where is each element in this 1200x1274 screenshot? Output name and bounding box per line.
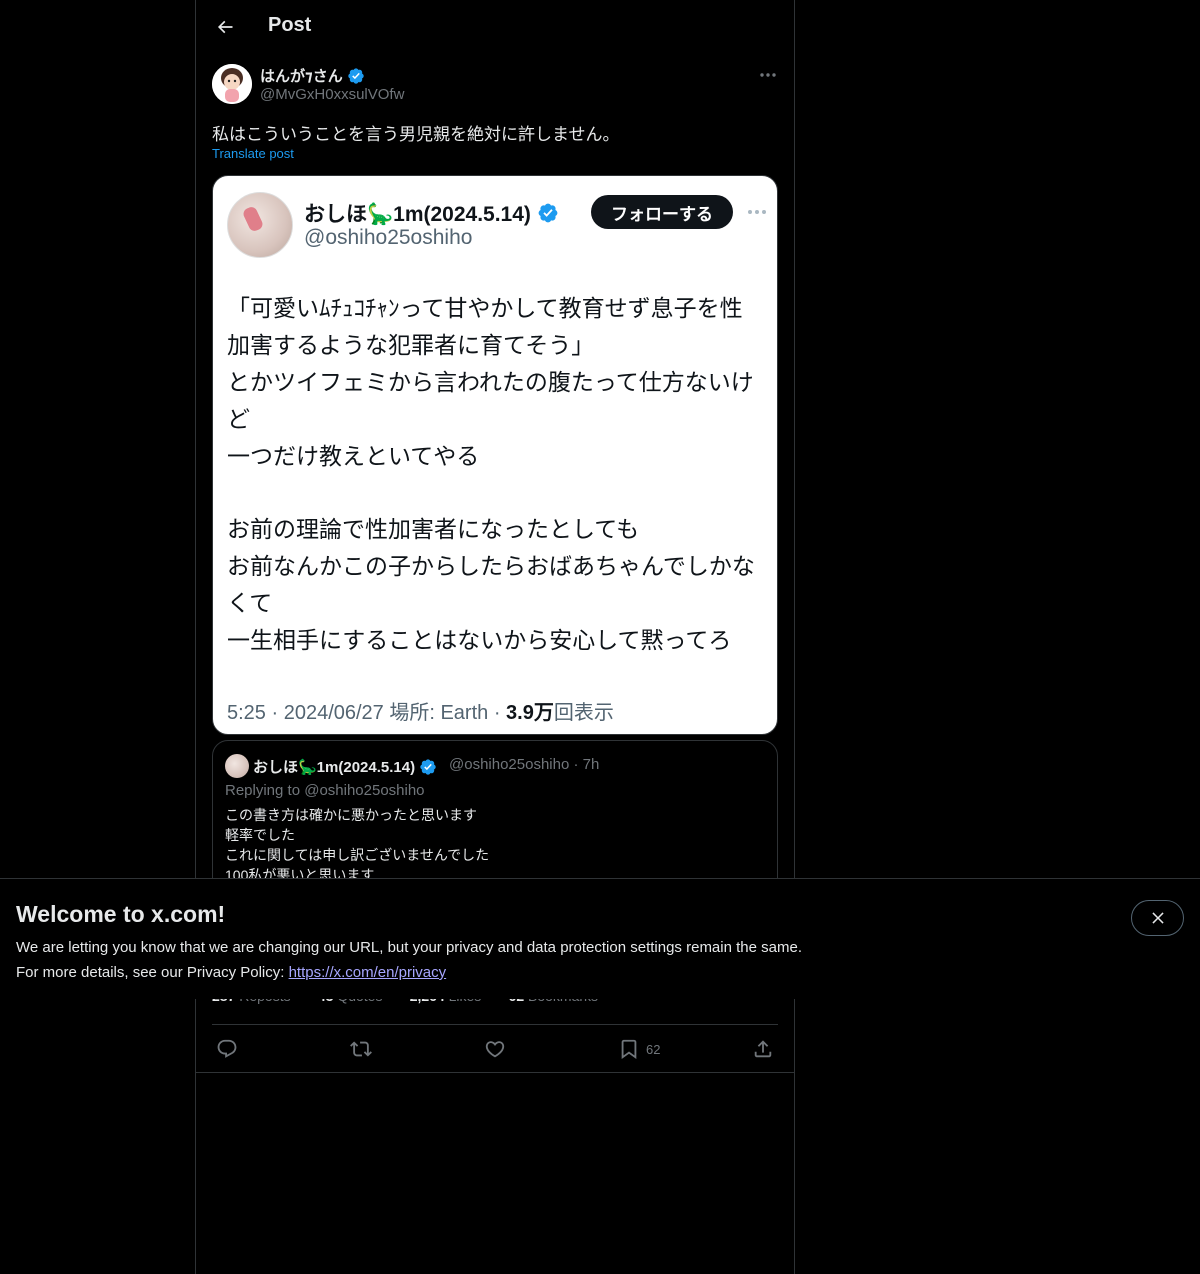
more-button[interactable]: [756, 64, 780, 86]
media-meta: 5:25 · 2024/06/27 場所: Earth · 3.9万回表示: [227, 696, 614, 725]
quote-line: 軽率でした: [225, 827, 295, 843]
media-more-icon: [745, 202, 769, 222]
url-change-banner: Welcome to x.com! We are letting you kno…: [0, 878, 1200, 999]
quote-replying-to: Replying to @oshiho25oshiho: [225, 782, 425, 799]
bookmark-icon: [621, 1039, 637, 1060]
post-text: 私はこういうことを言う男児親を絶対に許しません。: [212, 125, 620, 144]
header: Post: [196, 0, 794, 53]
banner-line2: For more details, see our Privacy Policy…: [16, 960, 802, 985]
reply-button[interactable]: [216, 1036, 238, 1062]
repost-icon: [350, 1041, 372, 1057]
media-body-text: 「可愛いﾑﾁｭｺﾁｬﾝって甘やかして教育せず息子を性 加害するような犯罪者に育て…: [227, 291, 772, 660]
quote-body: この書き方は確かに悪かったと思います 軽率でした これに関しては申し訳ございませ…: [225, 805, 489, 885]
reply-icon: [217, 1039, 237, 1058]
media-line: [227, 475, 772, 512]
media-meta-prefix: 5:25 · 2024/06/27 場所: Earth ·: [227, 702, 507, 724]
media-line: くて: [227, 591, 273, 618]
divider: [212, 1024, 778, 1025]
author-handle[interactable]: @MvGxH0xxsulVOfw: [260, 86, 404, 103]
media-meta-suffix: 回表示: [553, 702, 614, 724]
author-avatar-image: [212, 64, 252, 104]
more-dots-icon: [760, 73, 776, 77]
media-line: ど: [227, 406, 250, 433]
share-button[interactable]: [752, 1036, 774, 1062]
media-avatar: [227, 192, 293, 258]
quote-author-handle: @oshiho25oshiho · 7h: [449, 756, 600, 773]
quote-line: これに関しては申し訳ございませんでした: [225, 847, 490, 863]
quote-avatar: [225, 754, 249, 778]
quote-line: この書き方は確かに悪かったと思います: [225, 807, 477, 823]
verified-badge-icon: [538, 203, 558, 223]
heart-icon: [485, 1041, 505, 1058]
banner-close-button[interactable]: [1131, 900, 1184, 936]
close-icon: [1151, 912, 1164, 924]
quote-author-name: おしほ🦕1m(2024.5.14): [253, 756, 437, 777]
media-line: お前なんかこの子からしたらおばあちゃんでしかな: [227, 554, 755, 581]
quote-handle-text: @oshiho25oshiho: [449, 756, 570, 773]
verified-badge-icon: [420, 758, 436, 775]
like-button[interactable]: [484, 1036, 506, 1062]
media-line: お前の理論で性加害者になったとしても: [227, 517, 640, 544]
author-name-text: はんが⁊さん: [260, 68, 343, 85]
quote-time: 7h: [582, 756, 600, 773]
bookmark-count: 62: [646, 1041, 661, 1057]
main-column: Post はんが⁊さん @MvGxH0xxsulVOfw 私はこういうことを言う…: [195, 0, 795, 1274]
author-name[interactable]: はんが⁊さん: [260, 65, 365, 86]
media-author-name-text: おしほ🦕1m(2024.5.14): [304, 203, 531, 226]
action-bar: 62: [196, 1032, 794, 1066]
banner-title: Welcome to x.com!: [16, 901, 226, 927]
media-line: 加害するような犯罪者に育てそう」: [227, 332, 595, 359]
media-line: 一つだけ教えといてやる: [227, 443, 480, 470]
share-icon: [754, 1040, 772, 1058]
repost-button[interactable]: [350, 1036, 372, 1062]
divider: [196, 1072, 794, 1073]
media-line: 「可愛いﾑﾁｭｺﾁｬﾝって甘やかして教育せず息子を性: [227, 296, 743, 322]
arrow-left-icon: [217, 20, 233, 34]
quote-author-name-text: おしほ🦕1m(2024.5.14): [253, 759, 416, 776]
page-title: Post: [268, 14, 312, 36]
banner-line1: We are letting you know that we are chan…: [16, 939, 802, 956]
banner-text: We are letting you know that we are chan…: [16, 935, 802, 985]
media-meta-views: 3.9万: [506, 702, 554, 724]
avatar[interactable]: [212, 64, 252, 104]
media-line: とかツイフェミから言われたの腹たって仕方ないけ: [227, 369, 754, 396]
translate-post-link[interactable]: Translate post: [212, 146, 294, 161]
privacy-policy-link[interactable]: https://x.com/en/privacy: [289, 964, 447, 981]
bookmark-button[interactable]: 62: [618, 1036, 660, 1062]
media-author-name: おしほ🦕1m(2024.5.14): [304, 198, 559, 228]
post-media-image[interactable]: おしほ🦕1m(2024.5.14) @oshiho25oshiho フォローする…: [212, 175, 778, 735]
media-line: 一生相手にすることはないから安心して黙ってろ: [227, 628, 732, 655]
back-button[interactable]: [208, 10, 242, 44]
verified-badge-icon: [348, 67, 364, 84]
media-follow-button: フォローする: [591, 195, 733, 229]
media-author-handle: @oshiho25oshiho: [304, 226, 473, 249]
banner-line2-prefix: For more details, see our Privacy Policy…: [16, 964, 289, 981]
